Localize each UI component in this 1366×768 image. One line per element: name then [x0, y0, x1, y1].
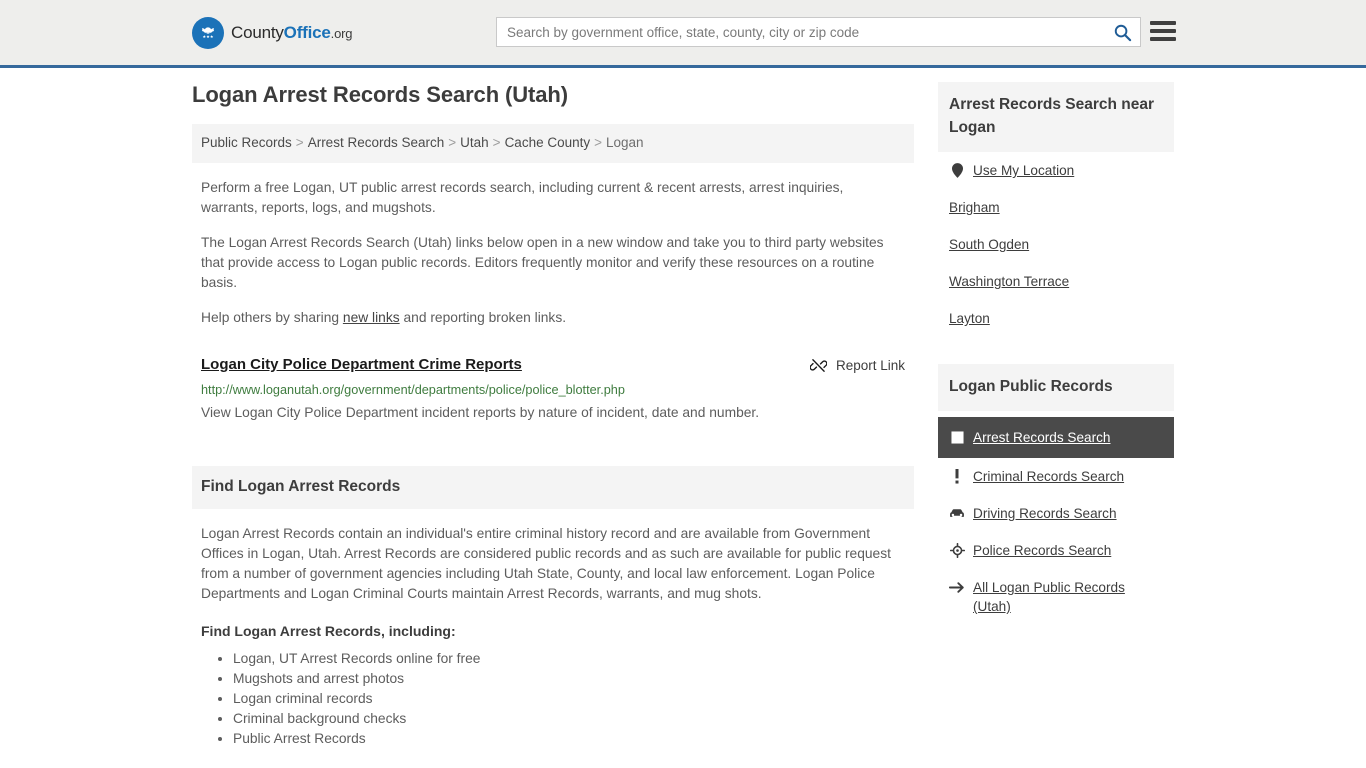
sidebar-item-label: South Ogden: [949, 237, 1030, 252]
sidebar-records-list: Arrest Records Search Criminal Records S…: [938, 417, 1174, 625]
find-section-bullet-list: Logan, UT Arrest Records online for free…: [201, 649, 914, 749]
sidebar-item-washington-terrace[interactable]: Washington Terrace: [938, 263, 1174, 300]
map-pin-icon: [949, 161, 965, 179]
fingerprint-card-icon: [949, 428, 965, 446]
hamburger-bar-1: [1150, 21, 1176, 25]
search-input[interactable]: [497, 18, 1104, 46]
list-item: Police Records Search: [938, 532, 1174, 569]
sidebar-near-heading: Arrest Records Search near Logan: [949, 96, 1155, 136]
list-item: Driving Records Search: [938, 495, 1174, 532]
breadcrumb-item-cache-county[interactable]: Cache County: [505, 135, 591, 150]
sidebar: Arrest Records Search near Logan Use My …: [938, 82, 1174, 625]
list-item: Arrest Records Search: [938, 417, 1174, 458]
find-section-subheading: Find Logan Arrest Records, including:: [201, 622, 456, 639]
list-item: Mugshots and arrest photos: [233, 669, 914, 689]
sidebar-item-use-my-location[interactable]: Use My Location: [938, 152, 1174, 189]
list-item: South Ogden: [938, 226, 1174, 263]
list-item: Use My Location: [938, 152, 1174, 189]
sidebar-item-label: Criminal Records Search: [973, 469, 1125, 484]
hamburger-bar-2: [1150, 29, 1176, 33]
content-container: Logan Arrest Records Search (Utah) Publi…: [192, 82, 1174, 749]
report-link-button[interactable]: Report Link: [809, 357, 905, 374]
sidebar-near-header: Arrest Records Search near Logan: [938, 82, 1174, 152]
find-section-heading: Find Logan Arrest Records: [201, 477, 401, 495]
breadcrumb-item-arrest-records-search[interactable]: Arrest Records Search: [308, 135, 445, 150]
sidebar-item-south-ogden[interactable]: South Ogden: [938, 226, 1174, 263]
eagle-seal-icon: [192, 16, 224, 49]
sidebar-item-label: Arrest Records Search: [973, 430, 1111, 445]
page-title: Logan Arrest Records Search (Utah): [192, 82, 568, 107]
sidebar-records-heading: Logan Public Records: [949, 378, 1113, 395]
sidebar-item-label: All Logan Public Records (Utah): [973, 580, 1125, 614]
site-logo[interactable]: CountyOffice.org: [192, 16, 352, 49]
report-link-label: Report Link: [835, 357, 905, 373]
list-item: Logan, UT Arrest Records online for free: [233, 649, 914, 669]
breadcrumb: Public Records > Arrest Records Search > Uta…: [192, 124, 914, 163]
main-column: Logan Arrest Records Search (Utah) Publi…: [192, 82, 914, 749]
result-item: Logan City Police Department Crime Repor…: [201, 356, 905, 422]
list-item: All Logan Public Records (Utah): [938, 569, 1174, 625]
sidebar-near-list: Use My Location Brigham South Ogden Wash…: [938, 152, 1174, 337]
sidebar-item-all-logan-public-records[interactable]: All Logan Public Records (Utah): [938, 569, 1174, 625]
breadcrumb-separator-2: >: [448, 135, 457, 150]
hamburger-bar-3: [1150, 37, 1176, 41]
exclamation-icon: [949, 467, 965, 485]
search-button[interactable]: [1104, 18, 1140, 46]
breadcrumb-item-logan: Logan: [606, 135, 644, 150]
list-item: Layton: [938, 300, 1174, 337]
car-icon: [949, 504, 965, 522]
sidebar-item-criminal-records-search[interactable]: Criminal Records Search: [938, 458, 1174, 495]
logo-part-office: Office: [283, 22, 331, 42]
sidebar-item-label: Washington Terrace: [949, 274, 1070, 289]
share-text-before: Help others by sharing: [201, 309, 343, 325]
list-item: Criminal background checks: [233, 709, 914, 729]
result-description: View Logan City Police Department incide…: [201, 404, 760, 420]
sidebar-item-brigham[interactable]: Brigham: [938, 189, 1174, 226]
sidebar-records-header: Logan Public Records: [938, 364, 1174, 411]
find-section-header: Find Logan Arrest Records: [192, 465, 914, 509]
result-url: http://www.loganutah.org/government/depa…: [201, 382, 625, 397]
sidebar-item-label: Use My Location: [973, 163, 1075, 178]
list-item: Logan criminal records: [233, 689, 914, 709]
page-body: Logan Arrest Records Search (Utah) Publi…: [0, 68, 1366, 749]
sidebar-item-arrest-records-search[interactable]: Arrest Records Search: [938, 417, 1174, 458]
list-item: Brigham: [938, 189, 1174, 226]
intro-paragraph-2: The Logan Arrest Records Search (Utah) l…: [201, 234, 884, 290]
broken-link-icon: [809, 358, 827, 372]
sidebar-item-police-records-search[interactable]: Police Records Search: [938, 532, 1174, 569]
search-icon: [1114, 24, 1131, 41]
police-badge-icon: [949, 541, 965, 559]
list-item: Public Arrest Records: [233, 729, 914, 749]
site-header: CountyOffice.org: [0, 0, 1366, 68]
sidebar-item-label: Brigham: [949, 200, 1000, 215]
intro-paragraph-1: Perform a free Logan, UT public arrest r…: [201, 179, 844, 215]
list-item: Washington Terrace: [938, 263, 1174, 300]
breadcrumb-item-public-records[interactable]: Public Records: [201, 135, 292, 150]
sidebar-item-driving-records-search[interactable]: Driving Records Search: [938, 495, 1174, 532]
arrow-right-icon: [949, 578, 965, 596]
breadcrumb-separator-1: >: [295, 135, 304, 150]
breadcrumb-separator-4: >: [594, 135, 603, 150]
logo-part-county: County: [231, 22, 284, 42]
search-bar[interactable]: [496, 17, 1141, 47]
sidebar-records-block: Logan Public Records Arrest Records Sear…: [938, 364, 1174, 625]
hamburger-menu-icon[interactable]: [1150, 18, 1176, 44]
find-section-paragraph: Logan Arrest Records contain an individu…: [201, 525, 891, 601]
share-text-after: and reporting broken links.: [399, 309, 567, 325]
sidebar-item-label: Police Records Search: [973, 543, 1112, 558]
new-links-link[interactable]: new links: [343, 310, 400, 325]
breadcrumb-separator-3: >: [492, 135, 501, 150]
list-item: Criminal Records Search: [938, 458, 1174, 495]
breadcrumb-item-utah[interactable]: Utah: [460, 135, 489, 150]
sidebar-item-label: Layton: [949, 311, 990, 326]
result-title-link[interactable]: Logan City Police Department Crime Repor…: [201, 356, 522, 373]
intro-paragraph-3: Help others by sharing new links and rep…: [201, 308, 891, 328]
sidebar-item-layton[interactable]: Layton: [938, 300, 1174, 337]
sidebar-item-label: Driving Records Search: [973, 506, 1117, 521]
logo-part-org: .org: [330, 25, 353, 41]
site-logo-text: CountyOffice.org: [231, 23, 352, 43]
